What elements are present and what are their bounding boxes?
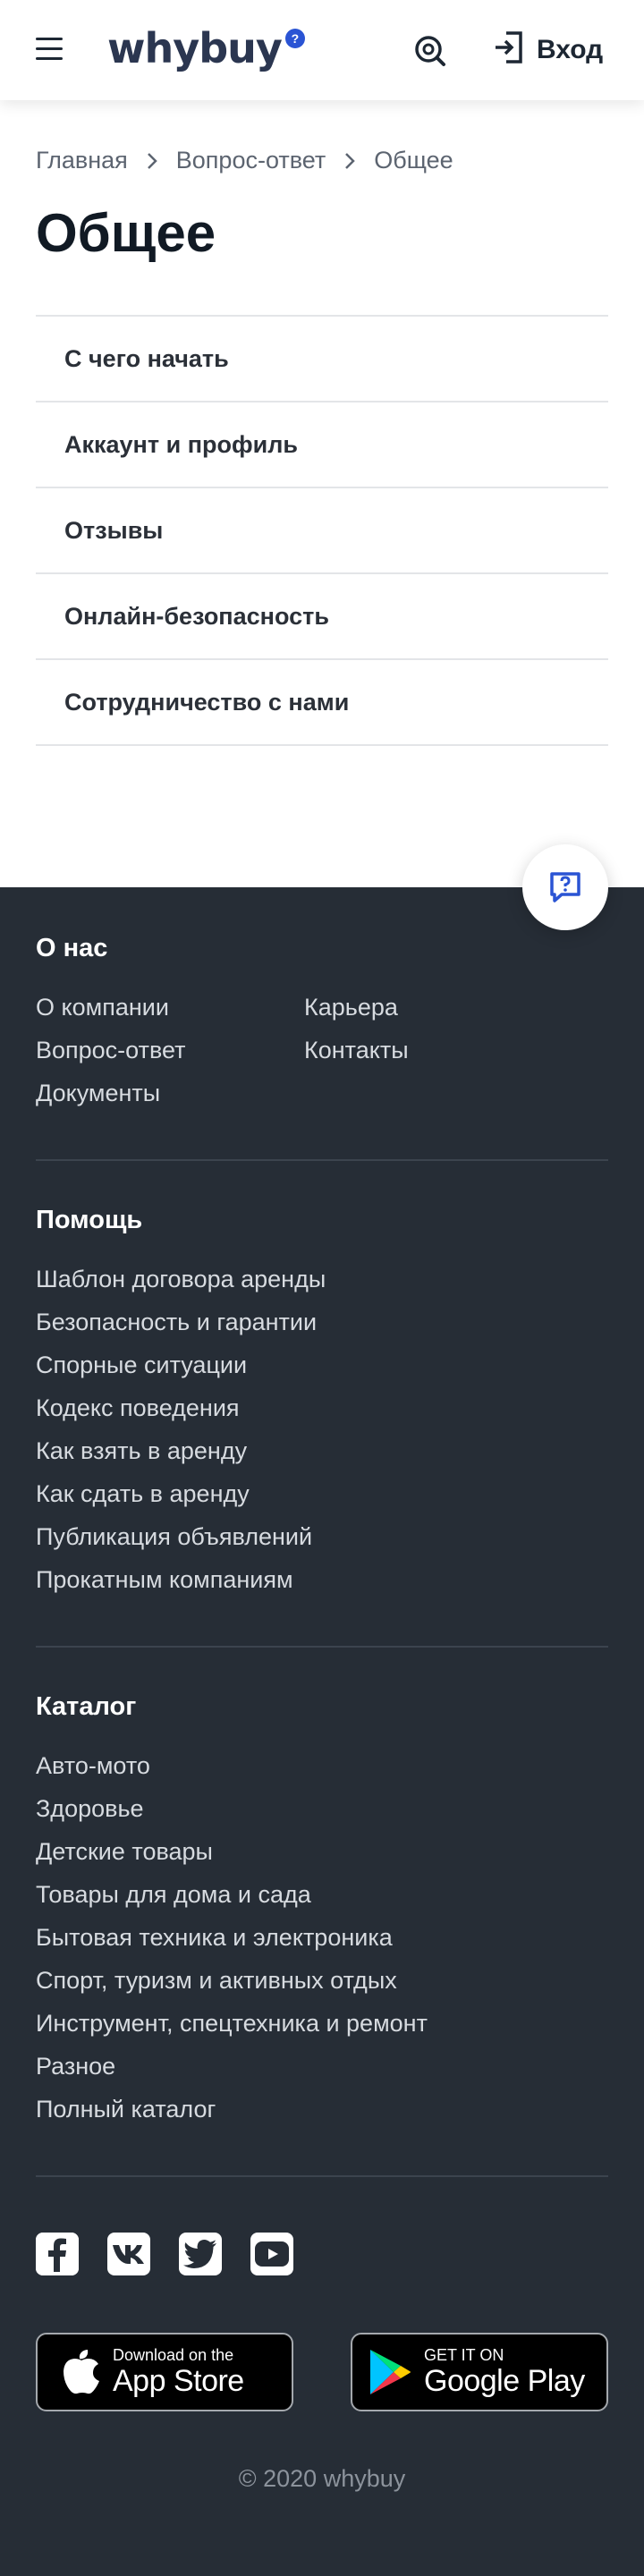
- footer-about-title: О нас: [36, 934, 108, 962]
- footer-divider: [36, 1646, 608, 1648]
- footer-link-auto[interactable]: Авто-мото: [36, 1744, 428, 1787]
- logo[interactable]: whybuy ?: [107, 21, 305, 75]
- footer-catalog-title: Каталог: [36, 1692, 137, 1721]
- google-play-big: Google Play: [424, 2364, 585, 2398]
- copyright: © 2020 whybuy: [238, 2465, 406, 2492]
- breadcrumb-current: Общее: [374, 147, 453, 174]
- footer-link-faq[interactable]: Вопрос-ответ: [36, 1029, 185, 1072]
- footer-link-electronics[interactable]: Бытовая техника и электроника: [36, 1916, 428, 1959]
- app-store-button[interactable]: Download on the App Store: [36, 2333, 293, 2411]
- faq-item-safety[interactable]: Онлайн-безопасность: [36, 574, 608, 660]
- site-footer: [0, 887, 644, 2576]
- app-store-small: Download on the: [113, 2346, 234, 2364]
- logo-badge: ?: [284, 29, 305, 48]
- footer-link-home-garden[interactable]: Товары для дома и сада: [36, 1873, 428, 1916]
- google-play-button[interactable]: GET IT ON Google Play: [351, 2333, 608, 2411]
- faq-category-list: С чего начать Аккаунт и профиль Отзывы О…: [36, 315, 608, 746]
- login-icon: [494, 30, 524, 69]
- footer-link-documents[interactable]: Документы: [36, 1072, 185, 1114]
- footer-about-col1: О компании Вопрос-ответ Документы: [36, 986, 185, 1114]
- page-title: Общее: [36, 203, 216, 263]
- footer-link-rental-companies[interactable]: Прокатным компаниям: [36, 1558, 326, 1601]
- footer-help-links: Шаблон договора аренды Безопасность и га…: [36, 1258, 326, 1601]
- footer-link-kids[interactable]: Детские товары: [36, 1830, 428, 1873]
- youtube-icon[interactable]: [250, 2233, 293, 2275]
- google-play-small: GET IT ON: [424, 2346, 504, 2364]
- footer-link-safety[interactable]: Безопасность и гарантии: [36, 1301, 326, 1343]
- footer-help: Помощь: [36, 1206, 142, 1235]
- footer-link-how-to-rent[interactable]: Как взять в аренду: [36, 1429, 326, 1472]
- site-header: whybuy ? Вход: [0, 0, 644, 100]
- chevron-right-icon: [147, 152, 157, 169]
- footer-link-how-to-lend[interactable]: Как сдать в аренду: [36, 1472, 326, 1515]
- footer-link-code-of-conduct[interactable]: Кодекс поведения: [36, 1386, 326, 1429]
- vk-icon[interactable]: [107, 2233, 150, 2275]
- menu-icon[interactable]: [36, 38, 64, 63]
- support-chat-button[interactable]: [522, 844, 608, 930]
- faq-item-account[interactable]: Аккаунт и профиль: [36, 402, 608, 488]
- footer-link-publishing[interactable]: Публикация объявлений: [36, 1515, 326, 1558]
- footer-link-misc[interactable]: Разное: [36, 2045, 428, 2088]
- google-play-icon: [370, 2350, 411, 2394]
- apple-icon: [64, 2350, 99, 2394]
- search-icon[interactable]: [413, 34, 447, 68]
- footer-help-title: Помощь: [36, 1206, 143, 1234]
- footer-link-full-catalog[interactable]: Полный каталог: [36, 2088, 428, 2131]
- footer-link-contacts[interactable]: Контакты: [304, 1029, 409, 1072]
- breadcrumb: Главная Вопрос-ответ Общее: [36, 147, 453, 174]
- faq-item-getting-started[interactable]: С чего начать: [36, 317, 608, 402]
- footer-about: О нас: [36, 934, 608, 963]
- footer-link-tools[interactable]: Инструмент, спецтехника и ремонт: [36, 2002, 428, 2045]
- footer-divider: [36, 2175, 608, 2177]
- footer-link-health[interactable]: Здоровье: [36, 1787, 428, 1830]
- chevron-right-icon: [345, 152, 356, 169]
- faq-item-partnership[interactable]: Сотрудничество с нами: [36, 660, 608, 746]
- footer-catalog: Каталог: [36, 1692, 136, 1722]
- chat-question-icon: [550, 872, 580, 902]
- footer-about-col2: Карьера Контакты: [304, 986, 409, 1072]
- breadcrumb-faq[interactable]: Вопрос-ответ: [176, 147, 326, 174]
- footer-catalog-links: Авто-мото Здоровье Детские товары Товары…: [36, 1744, 428, 2131]
- footer-link-company[interactable]: О компании: [36, 986, 185, 1029]
- logo-text: whybuy: [107, 24, 283, 72]
- app-store-big: App Store: [113, 2364, 244, 2398]
- footer-link-rental-contract[interactable]: Шаблон договора аренды: [36, 1258, 326, 1301]
- social-links: [36, 2233, 322, 2275]
- twitter-icon[interactable]: [179, 2233, 222, 2275]
- footer-link-sport[interactable]: Спорт, туризм и активных отдых: [36, 1959, 428, 2002]
- login-label: Вход: [537, 34, 604, 64]
- login-button[interactable]: Вход: [494, 30, 603, 69]
- facebook-icon[interactable]: [36, 2233, 79, 2275]
- breadcrumb-home[interactable]: Главная: [36, 147, 128, 174]
- footer-link-careers[interactable]: Карьера: [304, 986, 409, 1029]
- footer-divider: [36, 1159, 608, 1161]
- footer-link-disputes[interactable]: Спорные ситуации: [36, 1343, 326, 1386]
- faq-item-reviews[interactable]: Отзывы: [36, 488, 608, 574]
